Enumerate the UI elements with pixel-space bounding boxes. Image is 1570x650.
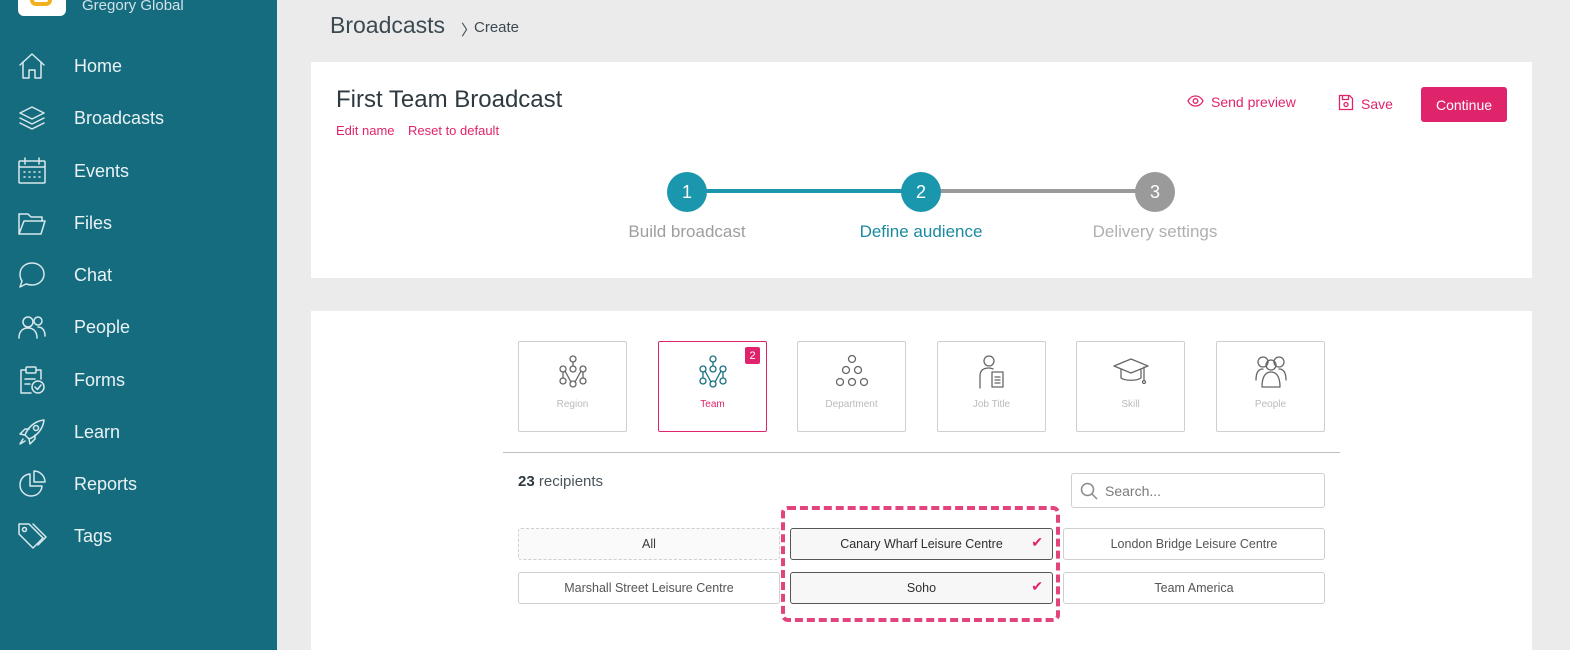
continue-button[interactable]: Continue bbox=[1421, 87, 1507, 122]
checkmark-icon: ✔ bbox=[1031, 534, 1043, 550]
selection-count-badge: 2 bbox=[745, 347, 760, 364]
option-label: London Bridge Leisure Centre bbox=[1110, 537, 1278, 551]
step-3-label[interactable]: Delivery settings bbox=[1055, 222, 1255, 242]
job-title-icon bbox=[972, 354, 1012, 390]
step-2-circle[interactable]: 2 bbox=[901, 172, 941, 212]
org-name: Gregory Global bbox=[82, 0, 184, 14]
org-logo[interactable] bbox=[18, 0, 66, 16]
sidebar-item-label: Home bbox=[74, 55, 123, 76]
step-1-label[interactable]: Build broadcast bbox=[587, 222, 787, 242]
sidebar-item-forms[interactable]: Forms bbox=[0, 360, 277, 400]
reset-to-default-link[interactable]: Reset to default bbox=[408, 123, 499, 138]
sidebar-item-tags[interactable]: Tags bbox=[0, 516, 277, 556]
sidebar-item-label: Chat bbox=[74, 264, 113, 285]
define-audience-card: Region Team 2 Department Job Title Skill… bbox=[311, 311, 1532, 650]
breadcrumb-title[interactable]: Broadcasts bbox=[330, 12, 445, 39]
option-london-bridge[interactable]: London Bridge Leisure Centre bbox=[1063, 528, 1325, 560]
audience-type-region[interactable]: Region bbox=[518, 341, 627, 432]
audience-type-label: Skill bbox=[1121, 399, 1140, 410]
sidebar-item-chat[interactable]: Chat bbox=[0, 255, 277, 295]
sidebar-item-events[interactable]: Events bbox=[0, 151, 277, 191]
audience-type-skill[interactable]: Skill bbox=[1076, 341, 1185, 432]
audience-type-department[interactable]: Department bbox=[797, 341, 906, 432]
sidebar-item-label: Learn bbox=[74, 421, 121, 442]
audience-type-label: People bbox=[1254, 399, 1287, 410]
checkmark-icon: ✔ bbox=[1031, 578, 1043, 594]
broadcast-header-card: First Team Broadcast Edit name Reset to … bbox=[311, 62, 1532, 278]
save-button[interactable]: Save bbox=[1338, 94, 1393, 114]
sidebar: Gregory Global Home Broadcasts Events Fi… bbox=[0, 0, 277, 650]
audience-type-people[interactable]: People bbox=[1216, 341, 1325, 432]
step-3-circle[interactable]: 3 bbox=[1135, 172, 1175, 212]
sidebar-item-label: Broadcasts bbox=[74, 107, 165, 128]
option-team-america[interactable]: Team America bbox=[1063, 572, 1325, 604]
layers-icon bbox=[17, 103, 47, 133]
chat-bubble-icon bbox=[17, 260, 47, 290]
eye-icon bbox=[1187, 94, 1204, 110]
option-marshall-street[interactable]: Marshall Street Leisure Centre bbox=[518, 572, 780, 604]
people-icon bbox=[17, 312, 47, 342]
calendar-icon bbox=[17, 156, 47, 186]
audience-type-label: Department bbox=[825, 399, 878, 410]
option-label: All bbox=[642, 537, 656, 551]
option-label: Team America bbox=[1154, 581, 1234, 595]
region-icon bbox=[553, 354, 593, 390]
sidebar-item-people[interactable]: People bbox=[0, 307, 277, 347]
home-icon bbox=[17, 51, 47, 81]
option-all[interactable]: All bbox=[518, 528, 780, 560]
sidebar-item-home[interactable]: Home bbox=[0, 46, 277, 86]
sidebar-item-label: Reports bbox=[74, 473, 138, 494]
sidebar-item-broadcasts[interactable]: Broadcasts bbox=[0, 98, 277, 138]
people-group-icon bbox=[1251, 354, 1291, 390]
edit-name-link[interactable]: Edit name bbox=[336, 123, 395, 138]
audience-type-label: Team bbox=[700, 399, 725, 410]
save-label: Save bbox=[1361, 96, 1393, 112]
option-label: Marshall Street Leisure Centre bbox=[564, 581, 734, 595]
audience-type-label: Region bbox=[556, 399, 589, 410]
sidebar-item-label: People bbox=[74, 316, 131, 337]
search-input[interactable] bbox=[1105, 482, 1315, 499]
sidebar-item-learn[interactable]: Learn bbox=[0, 412, 277, 452]
option-soho[interactable]: Soho ✔ bbox=[790, 572, 1053, 604]
sidebar-item-label: Files bbox=[74, 212, 113, 233]
sidebar-item-label: Tags bbox=[74, 525, 113, 546]
option-label: Canary Wharf Leisure Centre bbox=[840, 537, 1003, 551]
sidebar-item-files[interactable]: Files bbox=[0, 203, 277, 243]
step-connector-pending bbox=[921, 189, 1155, 193]
recipients-count: 23 recipients bbox=[518, 473, 603, 490]
selection-highlight-annotation bbox=[781, 506, 1060, 622]
team-icon bbox=[693, 354, 733, 390]
step-connector-complete bbox=[687, 189, 921, 193]
floppy-disk-icon bbox=[1338, 94, 1354, 114]
send-preview-button[interactable]: Send preview bbox=[1187, 94, 1296, 110]
audience-type-label: Job Title bbox=[972, 399, 1011, 410]
graduation-cap-icon bbox=[1111, 354, 1151, 390]
search-icon bbox=[1080, 482, 1098, 500]
search-box[interactable] bbox=[1071, 473, 1325, 508]
broadcast-title: First Team Broadcast bbox=[336, 86, 563, 113]
rocket-icon bbox=[17, 417, 47, 447]
sidebar-item-label: Forms bbox=[74, 369, 125, 390]
sidebar-item-reports[interactable]: Reports bbox=[0, 464, 277, 504]
send-preview-label: Send preview bbox=[1211, 94, 1296, 110]
recipients-number: 23 bbox=[518, 473, 535, 490]
recipients-label: recipients bbox=[538, 473, 604, 490]
audience-type-job-title[interactable]: Job Title bbox=[937, 341, 1046, 432]
step-2-label[interactable]: Define audience bbox=[821, 222, 1021, 242]
audience-type-team[interactable]: Team 2 bbox=[658, 341, 767, 432]
pie-chart-icon bbox=[17, 469, 47, 499]
breadcrumb-current: Create bbox=[474, 19, 520, 36]
department-icon bbox=[832, 354, 872, 390]
option-canary-wharf[interactable]: Canary Wharf Leisure Centre ✔ bbox=[790, 528, 1053, 560]
sidebar-item-label: Events bbox=[74, 160, 130, 181]
option-label: Soho bbox=[906, 581, 937, 595]
folder-icon bbox=[17, 208, 47, 238]
tags-icon bbox=[17, 521, 47, 551]
clipboard-check-icon bbox=[17, 365, 47, 395]
step-1-circle[interactable]: 1 bbox=[667, 172, 707, 212]
divider bbox=[503, 452, 1340, 453]
